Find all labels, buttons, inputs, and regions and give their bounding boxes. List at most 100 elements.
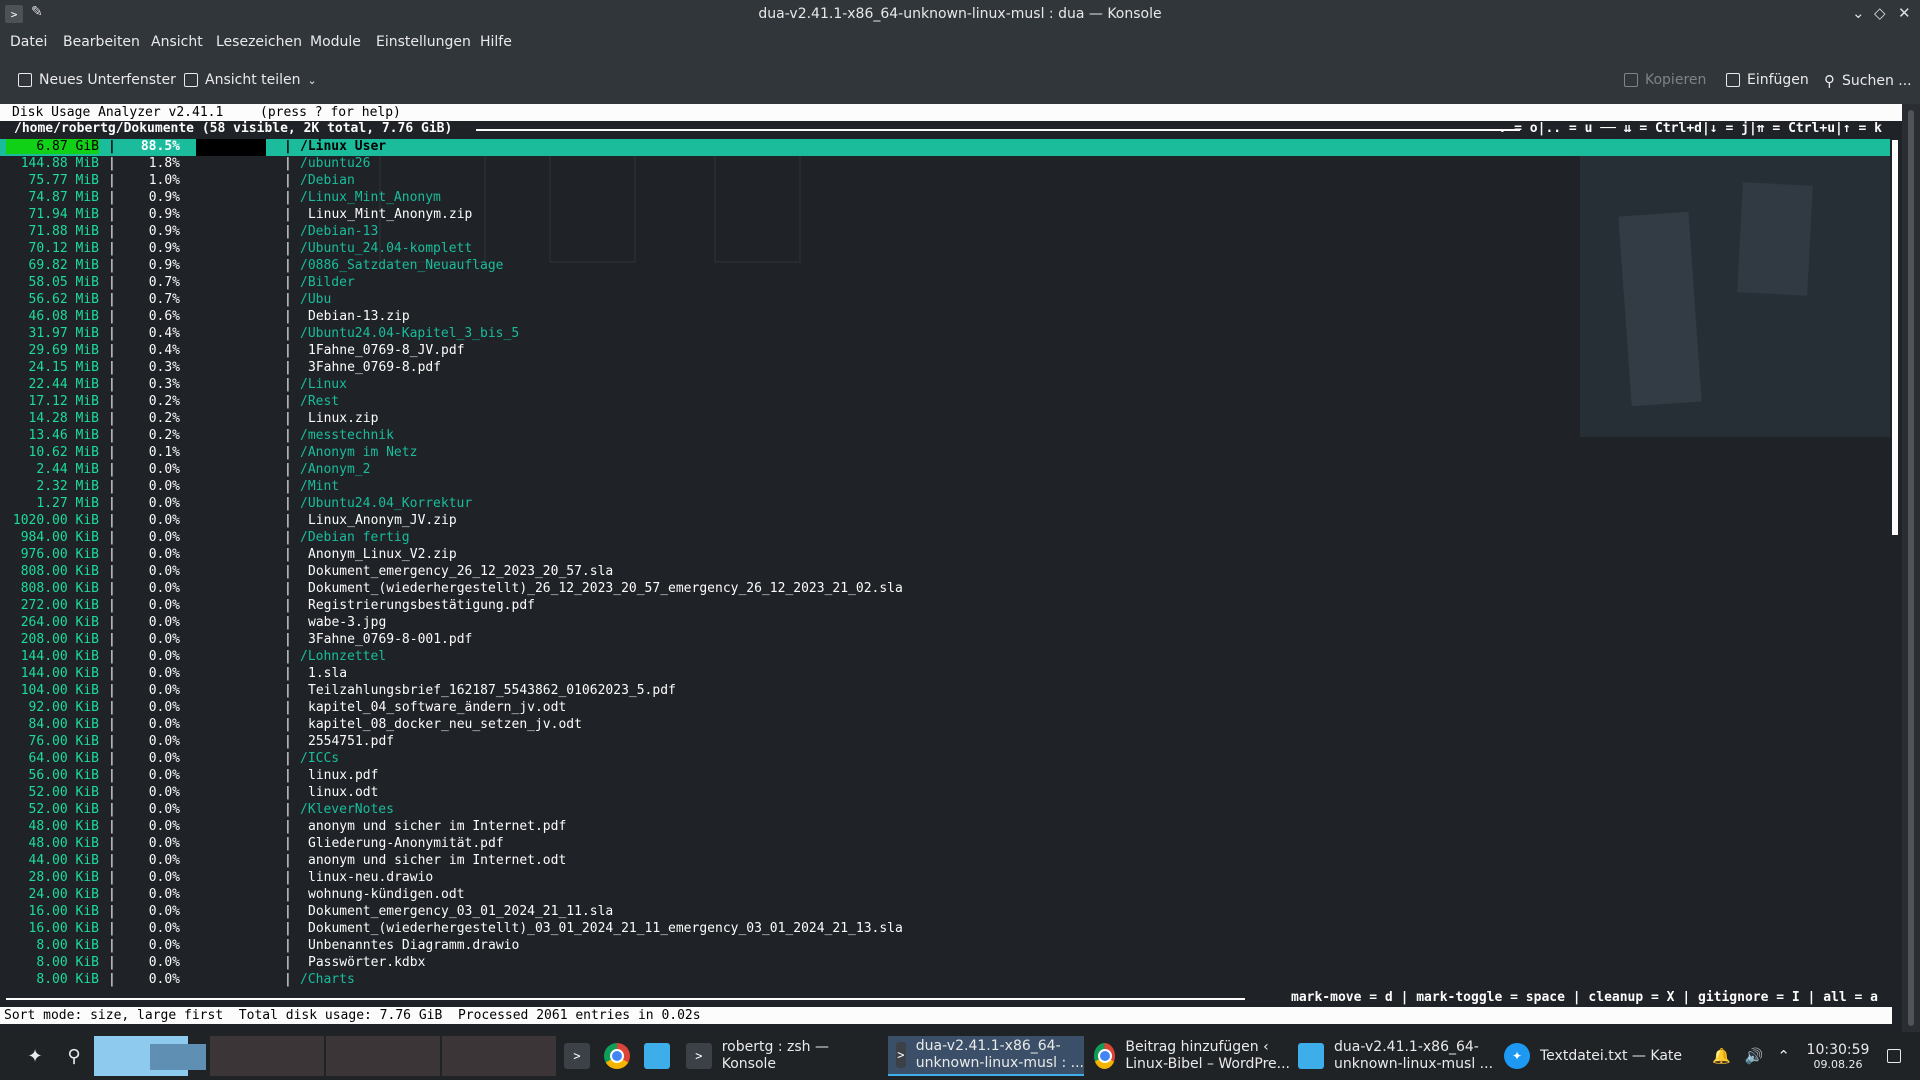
entry-row[interactable]: 13.46 MiB | 0.2% | /messtechnik [0,428,1890,445]
paste-button[interactable]: Einfügen [1726,72,1809,88]
column-separator: | [284,870,292,885]
entry-row[interactable]: 70.12 MiB | 0.9% | /Ubuntu_24.04-komplett [0,241,1890,258]
entry-row[interactable]: 264.00 KiB | 0.0% | wabe-3.jpg [0,615,1890,632]
entry-row[interactable]: 6.87 GiB | 88.5% | /Linux User [0,139,1890,156]
entry-row[interactable]: 58.05 MiB | 0.7% | /Bilder [0,275,1890,292]
pinned-file-manager[interactable] [642,1036,672,1076]
entry-row[interactable]: 71.94 MiB | 0.9% | Linux_Mint_Anonym.zip [0,207,1890,224]
entry-row[interactable]: 808.00 KiB | 0.0% | Dokument_emergency_26_12… [0,564,1890,581]
entry-row[interactable]: 808.00 KiB | 0.0% | Dokument_(wiederhergeste… [0,581,1890,598]
entry-row[interactable]: 52.00 KiB | 0.0% | linux.odt [0,785,1890,802]
task-konsole-dua[interactable]: > dua-v2.41.1-x86_64- unknown-linux-musl… [888,1036,1084,1076]
column-separator: | [284,921,292,936]
virtual-desktop-1[interactable] [94,1036,206,1076]
entry-row[interactable]: 16.00 KiB | 0.0% | Dokument_emergency_03_01_… [0,904,1890,921]
entry-row[interactable]: 92.00 KiB | 0.0% | kapitel_04_software_änder… [0,700,1890,717]
entry-row[interactable]: 46.08 MiB | 0.6% | Debian-13.zip [0,309,1890,326]
entry-row[interactable]: 84.00 KiB | 0.0% | kapitel_08_docker_neu_set… [0,717,1890,734]
entry-row[interactable]: 69.82 MiB | 0.9% | /0886_Satzdaten_Neuauflag… [0,258,1890,275]
search-icon[interactable]: ⚲ [58,1036,90,1076]
menu-hilfe[interactable]: Hilfe [480,34,512,50]
entry-row[interactable]: 976.00 KiB | 0.0% | Anonym_Linux_V2.zip [0,547,1890,564]
entry-row[interactable]: 2.32 MiB | 0.0% | /Mint [0,479,1890,496]
konsole-scroll-thumb[interactable] [1908,110,1914,1026]
entry-row[interactable]: 29.69 MiB | 0.4% | 1Fahne_0769-8_JV.pdf [0,343,1890,360]
entry-row[interactable]: 208.00 KiB | 0.0% | 3Fahne_0769-8-001.pdf [0,632,1890,649]
search-button[interactable]: ⚲ Suchen ... [1824,72,1912,90]
minimize-button[interactable]: ⌄ [1852,4,1865,22]
clock[interactable]: 10:30:59 09.08.26 [1800,1036,1876,1076]
entry-row[interactable]: 2.44 MiB | 0.0% | /Anonym_2 [0,462,1890,479]
column-separator: | [284,581,292,596]
maximize-button[interactable]: ◇ [1874,4,1886,22]
entry-row[interactable]: 52.00 KiB | 0.0% | /KleverNotes [0,802,1890,819]
entry-row[interactable]: 71.88 MiB | 0.9% | /Debian-13 [0,224,1890,241]
entry-row[interactable]: 74.87 MiB | 0.9% | /Linux_Mint_Anonym [0,190,1890,207]
show-desktop-button[interactable] [1882,1036,1906,1076]
virtual-desktop-3[interactable] [326,1036,440,1076]
entry-row[interactable]: 48.00 KiB | 0.0% | Gliederung-Anonymität.pdf [0,836,1890,853]
column-separator: | [108,445,116,460]
entry-percentage: 0.0% [148,904,180,919]
entry-list[interactable]: 6.87 GiB | 88.5% | /Linux User 144.88 MiB | 1.8… [0,139,1890,989]
menu-bearbeiten[interactable]: Bearbeiten [63,34,140,50]
entry-usage-bar [196,479,266,496]
entry-row[interactable]: 144.00 KiB | 0.0% | 1.sla [0,666,1890,683]
task-dolphin-dua[interactable]: dua-v2.41.1-x86_64- unknown-linux-musl .… [1298,1036,1494,1076]
menu-einstellungen[interactable]: Einstellungen [376,34,471,50]
menu-ansicht[interactable]: Ansicht [151,34,203,50]
entry-row[interactable]: 144.88 MiB | 1.8% | /ubuntu26 [0,156,1890,173]
entry-row[interactable]: 56.00 KiB | 0.0% | linux.pdf [0,768,1890,785]
pinned-chrome[interactable] [602,1036,632,1076]
entry-row[interactable]: 8.00 KiB | 0.0% | /Charts [0,972,1890,989]
volume-icon[interactable]: 🔊 [1745,1047,1764,1065]
close-button[interactable]: ✕ [1898,4,1911,22]
virtual-desktop-4[interactable] [442,1036,556,1076]
entry-row[interactable]: 31.97 MiB | 0.4% | /Ubuntu24.04-Kapitel_3_bi… [0,326,1890,343]
menu-lesezeichen[interactable]: Lesezeichen [216,34,302,50]
entry-row[interactable]: 144.00 KiB | 0.0% | /Lohnzettel [0,649,1890,666]
menu-module[interactable]: Module [310,34,361,50]
tray-expand-icon[interactable]: ⌃ [1777,1047,1790,1065]
entry-row[interactable]: 984.00 KiB | 0.0% | /Debian fertig [0,530,1890,547]
entry-row[interactable]: 44.00 KiB | 0.0% | anonym und sicher im Inte… [0,853,1890,870]
entry-row[interactable]: 56.62 MiB | 0.7% | /Ubu [0,292,1890,309]
terminal-view[interactable]: Disk Usage Analyzer v2.41.1 (press ? for… [0,104,1902,1032]
entry-row[interactable]: 75.77 MiB | 1.0% | /Debian [0,173,1890,190]
copy-button[interactable]: Kopieren [1624,72,1706,88]
konsole-scrollbar[interactable] [1902,104,1920,1032]
entry-row[interactable]: 272.00 KiB | 0.0% | Registrierungsbestätigun… [0,598,1890,615]
task-chrome-wordpress[interactable]: Beitrag hinzufügen ‹ Linux-Bibel – WordP… [1094,1036,1290,1076]
entry-row[interactable]: 14.28 MiB | 0.2% | Linux.zip [0,411,1890,428]
column-separator: | [108,139,116,154]
entry-row[interactable]: 1020.00 KiB | 0.0% | Linux_Anonym_JV.zip [0,513,1890,530]
entry-row[interactable]: 48.00 KiB | 0.0% | anonym und sicher im Inte… [0,819,1890,836]
split-view-button[interactable]: Ansicht teilen ⌄ [184,72,317,88]
entry-row[interactable]: 28.00 KiB | 0.0% | linux-neu.drawio [0,870,1890,887]
menu-datei[interactable]: Datei [10,34,47,50]
notifications-icon[interactable]: 🔔 [1712,1047,1731,1065]
entry-usage-bar [196,207,266,224]
entry-row[interactable]: 24.00 KiB | 0.0% | wohnung-kündigen.odt [0,887,1890,904]
entry-row[interactable]: 1.27 MiB | 0.0% | /Ubuntu24.04_Korrektur [0,496,1890,513]
app-launcher-icon[interactable]: ✦ [18,1036,52,1076]
new-tab-button[interactable]: Neues Unterfenster [18,72,176,88]
entry-usage-bar [196,275,266,292]
entry-row[interactable]: 17.12 MiB | 0.2% | /Rest [0,394,1890,411]
entry-row[interactable]: 64.00 KiB | 0.0% | /ICCs [0,751,1890,768]
entry-row[interactable]: 76.00 KiB | 0.0% | 2554751.pdf [0,734,1890,751]
entry-usage-bar [196,343,266,360]
entry-row[interactable]: 8.00 KiB | 0.0% | Passwörter.kdbx [0,955,1890,972]
entry-row[interactable]: 104.00 KiB | 0.0% | Teilzahlungsbrief_162187… [0,683,1890,700]
entry-row[interactable]: 22.44 MiB | 0.3% | /Linux [0,377,1890,394]
task-kate[interactable]: ✦ Textdatei.txt — Kate [1504,1036,1700,1076]
pinned-terminal[interactable]: > [562,1036,592,1076]
entry-row[interactable]: 10.62 MiB | 0.1% | /Anonym im Netz [0,445,1890,462]
entry-row[interactable]: 8.00 KiB | 0.0% | Unbenanntes Diagramm.drawi… [0,938,1890,955]
dua-scrollbar[interactable] [1892,140,1898,535]
virtual-desktop-2[interactable] [210,1036,324,1076]
entry-row[interactable]: 16.00 KiB | 0.0% | Dokument_(wiederhergestel… [0,921,1890,938]
entry-row[interactable]: 24.15 MiB | 0.3% | 3Fahne_0769-8.pdf [0,360,1890,377]
column-separator: | [108,377,116,392]
task-konsole-zsh[interactable]: > robertg : zsh — Konsole [686,1036,886,1076]
